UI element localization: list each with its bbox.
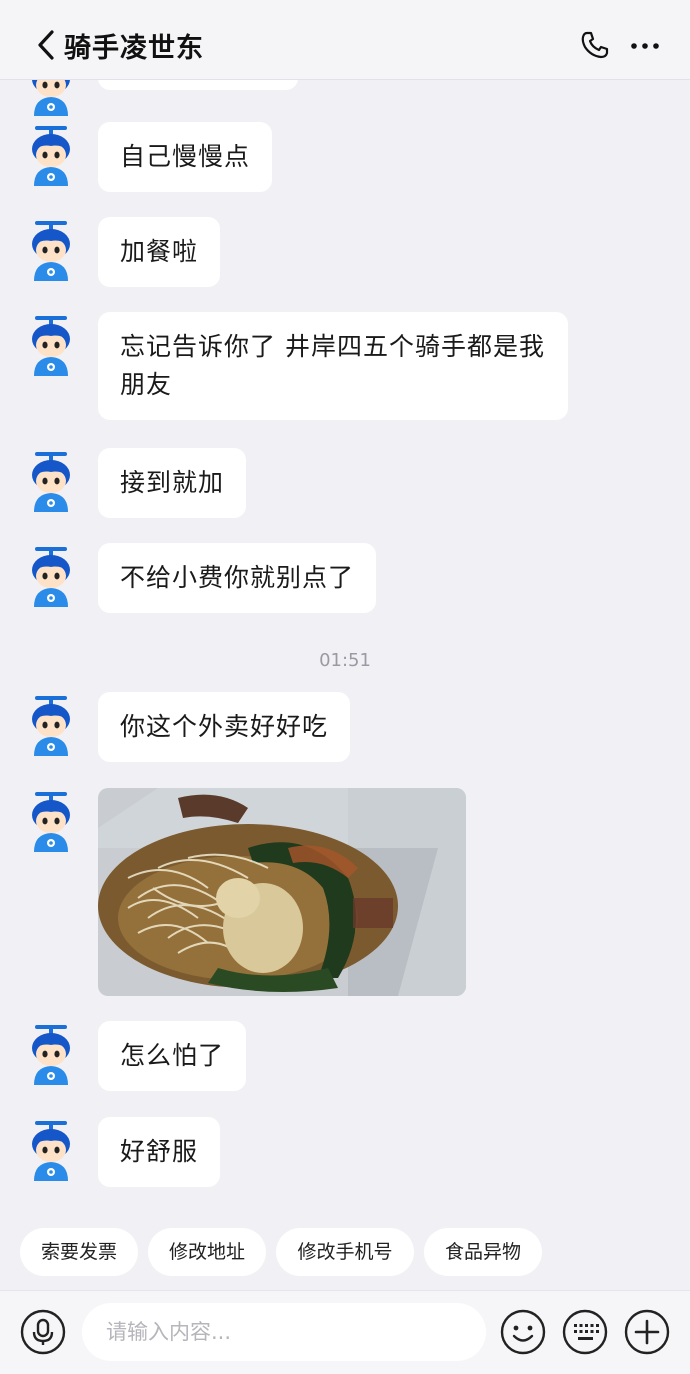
more-dots-icon[interactable] xyxy=(630,42,660,50)
message-bubble[interactable]: 接到就加 xyxy=(98,448,247,518)
courier-avatar-icon[interactable] xyxy=(22,790,80,852)
courier-avatar-icon[interactable] xyxy=(22,1023,80,1085)
microphone-icon[interactable] xyxy=(20,1309,66,1355)
message-bubble[interactable]: 你这个外卖好好吃 xyxy=(98,692,351,762)
chat-title: 骑手凌世东 xyxy=(64,33,204,64)
quick-reply-change-phone[interactable]: 修改手机号 xyxy=(276,1228,414,1276)
courier-avatar-icon[interactable] xyxy=(22,450,80,512)
courier-avatar-icon[interactable] xyxy=(22,314,80,376)
message-bubble[interactable]: 自己慢慢点 xyxy=(98,122,273,192)
quick-reply-invoice[interactable]: 索要发票 xyxy=(20,1228,138,1276)
phone-icon[interactable] xyxy=(580,30,610,60)
message-bubble[interactable]: 忘记告诉你了 井岸四五个骑手都是我 朋友 xyxy=(98,312,568,420)
courier-avatar-icon[interactable] xyxy=(22,80,80,116)
keyboard-icon[interactable] xyxy=(562,1309,608,1355)
message-bubble[interactable]: 不给小费你就别点了 xyxy=(98,543,377,613)
courier-avatar-icon[interactable] xyxy=(22,219,80,281)
food-photo-message[interactable] xyxy=(98,788,466,996)
message-bubble[interactable]: 加餐啦 xyxy=(98,217,221,287)
chat-header: 骑手凌世东 xyxy=(0,0,690,80)
courier-avatar-icon[interactable] xyxy=(22,694,80,756)
courier-avatar-icon[interactable] xyxy=(22,124,80,186)
quick-reply-change-address[interactable]: 修改地址 xyxy=(148,1228,266,1276)
message-timestamp: 01:51 xyxy=(319,650,371,671)
message-text-line: 朋友 xyxy=(120,370,173,399)
message-bubble xyxy=(98,80,298,90)
courier-avatar-icon[interactable] xyxy=(22,1119,80,1181)
message-bubble[interactable]: 好舒服 xyxy=(98,1117,221,1187)
message-bubble[interactable]: 怎么怕了 xyxy=(98,1021,247,1091)
message-list[interactable]: 自己慢慢点 加餐啦 忘记告诉你了 井岸四五个骑手都是我 朋友 接到就加 不给小费… xyxy=(0,80,690,1220)
courier-avatar-icon[interactable] xyxy=(22,545,80,607)
plus-icon[interactable] xyxy=(624,1309,670,1355)
message-input-bar xyxy=(0,1290,690,1374)
quick-reply-foreign-object[interactable]: 食品异物 xyxy=(424,1228,542,1276)
message-input[interactable] xyxy=(82,1303,486,1361)
chevron-left-icon[interactable] xyxy=(34,28,58,62)
message-text-line: 忘记告诉你了 井岸四五个骑手都是我 xyxy=(120,332,545,361)
emoji-icon[interactable] xyxy=(500,1309,546,1355)
